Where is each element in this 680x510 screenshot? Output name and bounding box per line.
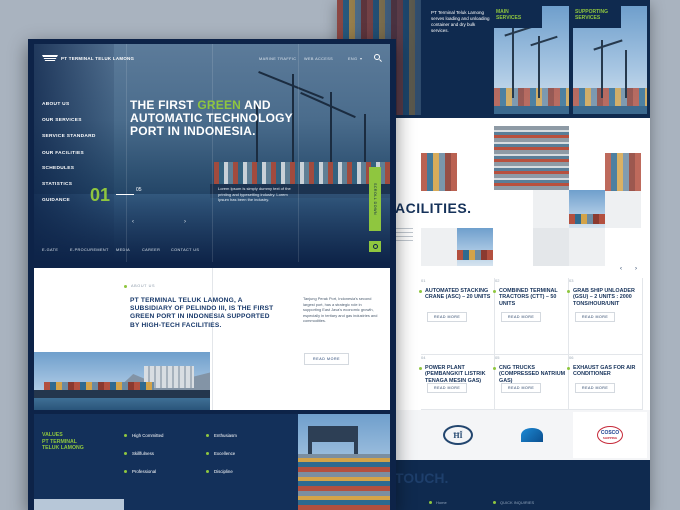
language-chevron-icon[interactable]: ▾ <box>360 56 362 61</box>
facility-number: 06 <box>569 355 574 360</box>
facility-bullet <box>567 290 570 293</box>
facility-title: CNG TRUCKS (COMPRESSED NATRIUM GAS) <box>499 365 566 384</box>
back-footer-quick[interactable]: QUICK INQUIRIES <box>493 500 534 505</box>
sidebar-item-about-us[interactable]: ABOUT US <box>42 102 69 107</box>
about-title: PT TERMINAL TELUK LAMONG, A SUBSIDIARY O… <box>130 297 274 329</box>
brand-logo-icon <box>42 55 58 61</box>
sidebar-item-statistics[interactable]: STATISTICS <box>42 182 72 187</box>
slide-divider <box>116 194 134 195</box>
slide-next-icon[interactable]: › <box>184 219 186 225</box>
footer-link-egate[interactable]: E-GATE <box>42 248 58 252</box>
sidebar-item-our-services[interactable]: OUR SERVICES <box>42 118 82 123</box>
facility-title: COMBINED TERMINAL TRACTORS (CTT) – 50 UN… <box>499 288 558 307</box>
facility-bullet <box>419 367 422 370</box>
mosaic-tile <box>605 190 641 228</box>
facility-title: POWER PLANT (PEMBANGKIT LISTRIK TENAGA M… <box>425 365 486 384</box>
slider-prev-icon[interactable]: ‹ <box>620 266 622 272</box>
scroll-down-button[interactable]: SCROLL DOWN <box>369 167 381 231</box>
value-item: Discipline <box>206 469 233 474</box>
facility-bullet <box>567 367 570 370</box>
nav-marine-traffic[interactable]: MARINE TRAFFIC <box>259 57 296 61</box>
mosaic-tile <box>533 190 569 228</box>
back-footer-home[interactable]: Home <box>429 500 447 505</box>
mosaic-tile <box>533 228 569 266</box>
hero-description: Lorem Ipsum is simply dummy text of the … <box>218 186 291 202</box>
value-item: Skillfulness <box>124 451 154 456</box>
sidebar-item-service-standard[interactable]: SERVICE STANDARD <box>42 134 96 139</box>
slide-total: 05 <box>136 187 142 193</box>
sidebar-item-guidance[interactable]: GUIDANCE <box>42 198 70 203</box>
facility-read-more-button[interactable]: READ MORE <box>427 383 468 393</box>
about-label-dot <box>124 285 127 288</box>
facility-photo <box>494 126 569 190</box>
search-icon <box>372 244 378 249</box>
values-title: VALUES PT TERMINAL TELUK LAMONG <box>42 432 84 452</box>
facility-bullet <box>493 367 496 370</box>
facility-read-more-button[interactable]: READ MORE <box>501 312 542 322</box>
nav-web-access[interactable]: WEB ACCESS <box>304 57 333 61</box>
slider-next-icon[interactable]: › <box>635 266 637 272</box>
slide-current: 01 <box>90 185 111 205</box>
partner-logo[interactable] <box>499 412 565 458</box>
facility-title: AUTOMATED STACKING CRANE (ASC) – 20 UNIT… <box>425 288 491 301</box>
facility-bullet <box>419 290 422 293</box>
main-services-label: MAIN SERVICES <box>494 6 542 28</box>
facility-title: GRAB SHIP UNLOADER (GSU) – 2 UNITS : 200… <box>573 288 635 307</box>
scroll-down-label: SCROLL DOWN <box>373 182 377 216</box>
sidebar-item-schedules[interactable]: SCHEDULES <box>42 166 74 171</box>
facility-photo <box>421 153 457 191</box>
bottom-strip <box>34 499 124 510</box>
supporting-services-label: SUPPORTING SERVICES <box>573 6 621 28</box>
mosaic-tile <box>569 228 605 266</box>
about-white-panel <box>212 268 390 410</box>
facility-photo <box>569 190 605 228</box>
value-item: Enthusiasm <box>206 433 237 438</box>
mosaic-tile <box>421 228 457 266</box>
chat-button[interactable] <box>369 241 381 252</box>
footer-link-eprocurement[interactable]: E-PROCUREMENT <box>70 248 109 252</box>
touch-heading: TOUCH. <box>395 470 449 486</box>
about-photo <box>34 352 210 410</box>
facility-photo <box>457 228 493 266</box>
facilities-heading: ACILITIES. <box>395 200 472 216</box>
value-item: Professional <box>124 469 156 474</box>
facilities-intro <box>395 228 413 242</box>
about-description: Tanjung Perak Port, Indonesia's second l… <box>303 296 378 324</box>
partner-logo-cosco[interactable]: COSCO SHIPPING <box>573 412 647 458</box>
hero-title: THE FIRST GREEN AND AUTOMATIC TECHNOLOGY… <box>130 98 293 138</box>
facility-number: 04 <box>421 355 426 360</box>
values-photo <box>298 414 390 510</box>
facility-read-more-button[interactable]: READ MORE <box>427 312 468 322</box>
facility-read-more-button[interactable]: READ MORE <box>575 312 616 322</box>
footer-link-contact[interactable]: CONTACT US <box>171 248 199 252</box>
read-more-label: READ MORE <box>313 357 341 361</box>
read-more-button[interactable]: READ MORE <box>304 353 350 365</box>
facility-number: 03 <box>569 278 574 283</box>
facility-title: EXHAUST GAS FOR AIR CONDITIONER <box>573 365 636 378</box>
footer-link-career[interactable]: CAREER <box>142 248 160 252</box>
partner-logo[interactable]: ĦĬ <box>425 412 491 458</box>
slide-prev-icon[interactable]: ‹ <box>132 219 134 225</box>
facility-photo <box>605 153 641 191</box>
facility-number: 01 <box>421 278 426 283</box>
front-page: PT TERMINAL TELUK LAMONG MARINE TRAFFIC … <box>28 39 396 510</box>
intro-text: PT Terminal Teluk Lamong serves loading … <box>431 10 490 33</box>
footer-link-media[interactable]: MEDIA <box>116 248 130 252</box>
nav-language[interactable]: ENG <box>348 57 357 61</box>
facility-number: 02 <box>495 278 500 283</box>
facility-number: 05 <box>495 355 500 360</box>
facility-bullet <box>493 290 496 293</box>
value-item: High Committed <box>124 433 163 438</box>
about-label: ABOUT US <box>131 284 156 288</box>
brand-logo[interactable]: PT TERMINAL TELUK LAMONG <box>42 55 134 61</box>
facility-read-more-button[interactable]: READ MORE <box>575 383 616 393</box>
brand-name: PT TERMINAL TELUK LAMONG <box>61 55 135 61</box>
value-item: Excellence <box>206 451 235 456</box>
facility-read-more-button[interactable]: READ MORE <box>501 383 542 393</box>
sidebar-item-our-facilities[interactable]: OUR FACILITIES <box>42 151 84 156</box>
